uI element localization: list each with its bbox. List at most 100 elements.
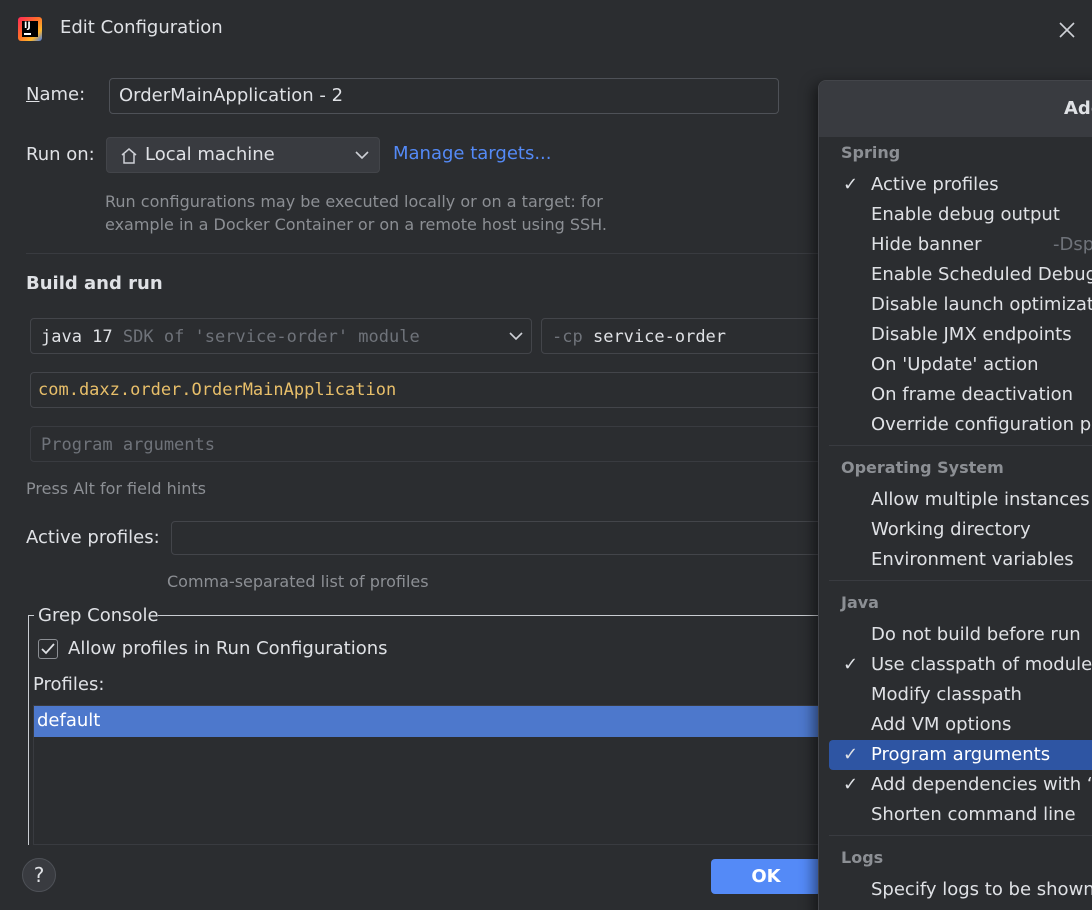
option-label: Use classpath of module <box>871 654 1092 675</box>
jdk-detail: SDK of 'service-order' module <box>122 327 420 347</box>
main-class-input[interactable]: com.daxz.order.OrderMainApplication <box>30 372 850 408</box>
option-label: Environment variables <box>871 549 1074 570</box>
group-header-java: Java <box>841 593 879 612</box>
option-shorten-command-line[interactable]: Shorten command line <box>829 800 1092 830</box>
ok-button[interactable]: OK <box>711 859 821 894</box>
home-icon <box>121 148 137 164</box>
option-add-dependencies[interactable]: ✓ Add dependencies with “p <box>829 770 1092 800</box>
group-header-logs: Logs <box>841 848 884 867</box>
help-button[interactable]: ? <box>22 858 56 892</box>
option-add-vm-options[interactable]: Add VM options <box>829 710 1092 740</box>
option-label: Enable Scheduled Debugg <box>871 264 1092 285</box>
run-on-label: Run on: <box>26 144 95 165</box>
option-program-arguments[interactable]: ✓ Program arguments <box>829 740 1092 770</box>
option-extra-hint: -Dsp <box>1053 234 1092 255</box>
option-disable-jmx[interactable]: Disable JMX endpoints <box>829 320 1092 350</box>
option-label: Program arguments <box>871 744 1051 765</box>
option-label: Hide banner <box>871 234 982 255</box>
option-enable-debug-output[interactable]: Enable debug output <box>829 200 1092 230</box>
option-disable-launch-optimization[interactable]: Disable launch optimizatio <box>829 290 1092 320</box>
option-use-classpath-of-module[interactable]: ✓ Use classpath of module <box>829 650 1092 680</box>
title-bar: IJ Edit Configuration <box>0 0 1092 58</box>
jdk-version: java 17 <box>41 327 113 347</box>
active-profiles-label: Active profiles: <box>26 527 160 548</box>
option-on-frame-deactivation[interactable]: On frame deactivation <box>829 380 1092 410</box>
name-input[interactable]: OrderMainApplication - 2 <box>109 78 779 114</box>
group-border <box>28 615 29 845</box>
group-border <box>28 615 34 616</box>
option-label: Add dependencies with “p <box>871 774 1092 795</box>
option-label: Enable debug output <box>871 204 1060 225</box>
list-item[interactable]: default <box>34 706 834 737</box>
group-separator <box>829 445 1092 446</box>
checkmark-icon: ✓ <box>843 774 859 795</box>
active-profiles-input[interactable] <box>171 521 851 555</box>
close-icon[interactable] <box>1056 19 1078 41</box>
allow-profiles-label[interactable]: Allow profiles in Run Configurations <box>68 638 388 659</box>
program-arguments-input[interactable]: Program arguments <box>30 426 850 462</box>
intellij-logo-icon: IJ <box>18 17 42 41</box>
group-separator <box>829 835 1092 836</box>
cp-flag: -cp <box>552 327 583 347</box>
option-on-update-action[interactable]: On 'Update' action <box>829 350 1092 380</box>
option-working-directory[interactable]: Working directory <box>829 515 1092 545</box>
option-environment-variables[interactable]: Environment variables <box>829 545 1092 575</box>
option-do-not-build[interactable]: Do not build before run <box>829 620 1092 650</box>
cp-module: service-order <box>592 327 727 347</box>
group-separator <box>829 580 1092 581</box>
option-label: Working directory <box>871 519 1031 540</box>
option-label: On 'Update' action <box>871 354 1039 375</box>
option-label: Disable JMX endpoints <box>871 324 1072 345</box>
popup-title: Add <box>1064 98 1092 119</box>
option-allow-multiple-instances[interactable]: Allow multiple instances <box>829 485 1092 515</box>
option-label: Do not build before run <box>871 624 1081 645</box>
checkmark-icon: ✓ <box>843 174 859 195</box>
option-label: Add VM options <box>871 714 1012 735</box>
name-input-value: OrderMainApplication - 2 <box>119 85 344 106</box>
name-label: Name: <box>26 84 85 105</box>
window-title: Edit Configuration <box>60 17 223 38</box>
checkmark-icon <box>41 643 55 655</box>
program-arguments-placeholder: Program arguments <box>41 435 215 455</box>
option-label: Override configuration pro <box>871 414 1092 435</box>
group-header-spring: Spring <box>841 143 901 162</box>
allow-profiles-checkbox[interactable] <box>38 639 58 659</box>
option-label: Allow multiple instances <box>871 489 1090 510</box>
classpath-module-select[interactable]: -cp service-order <box>541 318 841 354</box>
option-hide-banner[interactable]: Hide banner -Dsp <box>829 230 1092 260</box>
section-divider <box>26 253 826 254</box>
option-label: Specify logs to be shown i <box>871 879 1092 900</box>
option-modify-classpath[interactable]: Modify classpath <box>829 680 1092 710</box>
name-label-mnemonic: N <box>26 84 40 105</box>
option-label: On frame deactivation <box>871 384 1074 405</box>
jdk-select[interactable]: java 17 SDK of 'service-order' module <box>30 318 532 354</box>
run-on-select[interactable]: Local machine <box>106 137 380 173</box>
option-override-configuration[interactable]: Override configuration pro <box>829 410 1092 440</box>
option-enable-scheduled-debug[interactable]: Enable Scheduled Debugg <box>829 260 1092 290</box>
chevron-down-icon <box>355 151 369 160</box>
group-header-os: Operating System <box>841 458 1004 477</box>
profiles-list[interactable]: default <box>33 705 834 845</box>
option-label: Modify classpath <box>871 684 1022 705</box>
option-label: Shorten command line <box>871 804 1076 825</box>
add-run-options-popup: Add Spring ✓ Active profiles Enable debug… <box>818 80 1092 910</box>
active-profiles-hint: Comma-separated list of profiles <box>167 572 429 591</box>
field-hints-text: Press Alt for field hints <box>26 479 206 498</box>
grep-console-title: Grep Console <box>38 605 159 626</box>
option-label: Active profiles <box>871 174 999 195</box>
main-class-value: com.daxz.order.OrderMainApplication <box>38 380 397 400</box>
manage-targets-link[interactable]: Manage targets... <box>393 143 552 164</box>
option-specify-logs[interactable]: Specify logs to be shown i <box>829 875 1092 905</box>
name-label-rest: ame: <box>39 84 86 105</box>
run-on-value: Local machine <box>145 144 275 165</box>
option-active-profiles[interactable]: ✓ Active profiles <box>829 170 1092 200</box>
build-and-run-heading: Build and run <box>26 273 163 294</box>
option-label: Disable launch optimizatio <box>871 294 1092 315</box>
checkmark-icon: ✓ <box>843 654 859 675</box>
popup-header: Add <box>819 81 1092 137</box>
group-border <box>158 615 858 616</box>
checkmark-icon: ✓ <box>843 744 859 765</box>
run-on-hint: Run configurations may be executed local… <box>105 192 607 234</box>
profiles-label: Profiles: <box>33 674 105 695</box>
chevron-down-icon <box>509 332 523 341</box>
